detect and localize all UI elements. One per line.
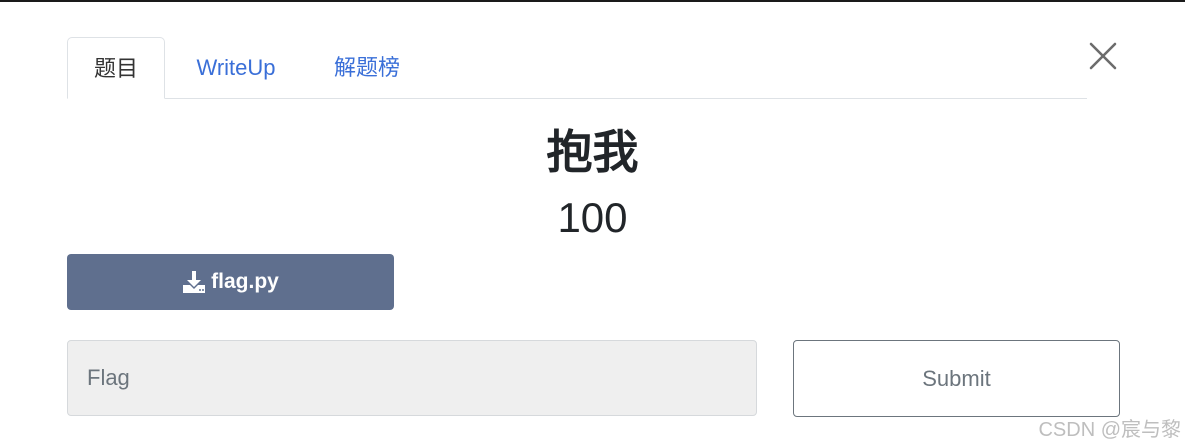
challenge-points: 100 <box>557 194 628 241</box>
download-file-button[interactable]: flag.py <box>67 254 394 310</box>
download-icon <box>182 270 206 294</box>
tab-writeup[interactable]: WriteUp <box>177 37 295 99</box>
tab-solves[interactable]: 解题榜 <box>322 37 412 99</box>
submit-button[interactable]: Submit <box>793 340 1120 417</box>
flag-input[interactable] <box>67 340 757 416</box>
watermark: CSDN @宸与黎 <box>1038 419 1181 441</box>
challenge-title: 抱我 <box>546 126 639 178</box>
tab-bar: 题目 WriteUp 解题榜 <box>67 37 1087 99</box>
top-border <box>0 0 1185 2</box>
tab-challenge[interactable]: 题目 <box>67 37 165 99</box>
close-icon[interactable] <box>1087 40 1119 72</box>
file-name: flag.py <box>211 270 279 293</box>
